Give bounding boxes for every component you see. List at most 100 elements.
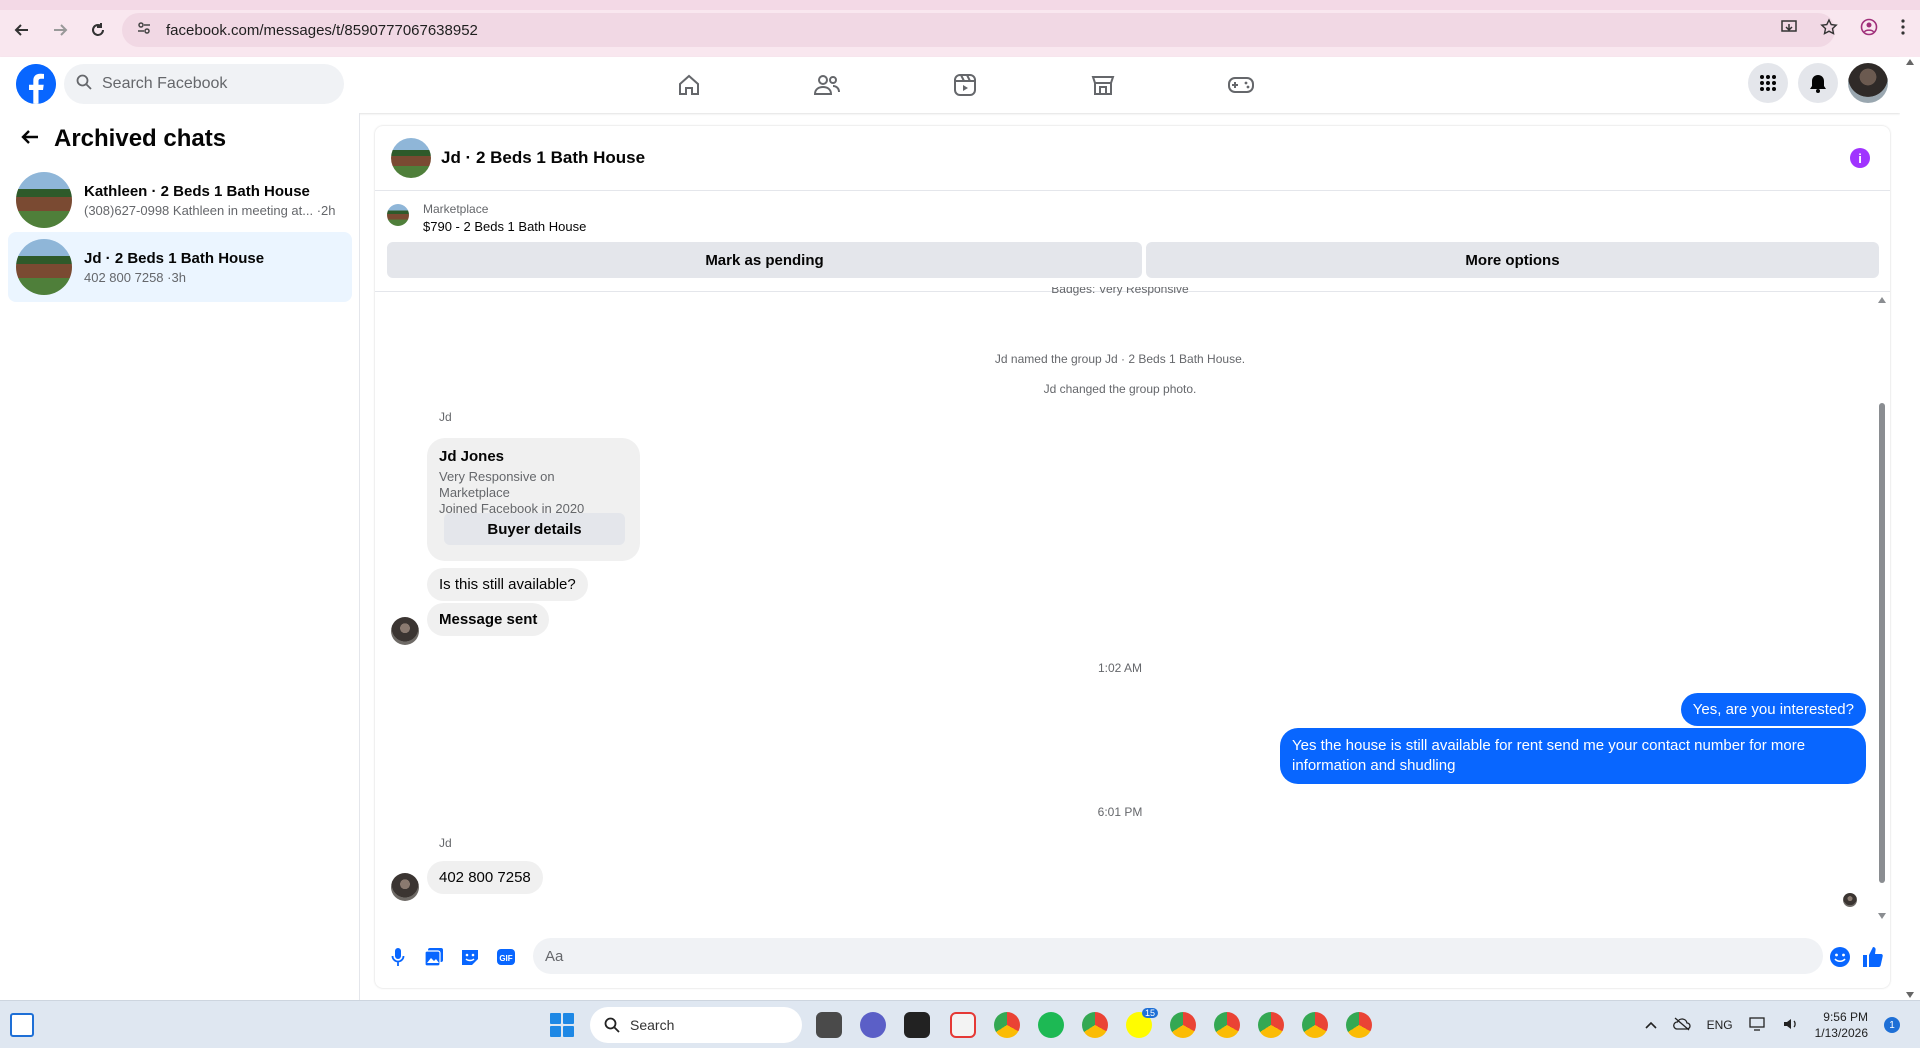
back-arrow-icon[interactable] [10,18,34,42]
buyer-name: Jd Jones [439,448,505,465]
like-icon[interactable] [1861,946,1883,968]
address-bar[interactable]: facebook.com/messages/t/8590777067638952 [122,13,1835,47]
conversation-avatar[interactable] [391,138,431,178]
language-indicator[interactable]: ENG [1707,1018,1733,1032]
sidebar-header: Archived chats [20,125,226,153]
spotify-icon[interactable] [1038,1012,1064,1038]
forward-arrow-icon[interactable] [48,18,72,42]
system-message-named: Jd named the group Jd · 2 Beds 1 Bath Ho… [994,352,1246,366]
mark-as-pending-button[interactable]: Mark as pending [387,242,1142,278]
volume-icon[interactable] [1783,1017,1799,1034]
scrollbar-thumb[interactable] [1879,403,1885,883]
chevron-up-icon[interactable] [1645,1018,1657,1032]
snapchat-badge: 15 [1141,1008,1158,1018]
sticker-icon[interactable] [459,946,481,968]
notification-count-badge[interactable]: 1 [1884,1017,1900,1033]
install-app-icon[interactable] [1780,18,1798,41]
chat-item-kathleen[interactable]: Kathleen · 2 Beds 1 Bath House (308)627-… [8,165,352,235]
notifications-bell-icon[interactable] [1798,63,1838,103]
site-settings-icon[interactable] [136,20,152,41]
friends-icon[interactable] [758,57,896,113]
profile-icon[interactable] [1860,18,1878,41]
chrome-profile-icon[interactable] [1258,1012,1284,1038]
photo-icon[interactable] [423,946,445,968]
account-avatar[interactable] [1848,63,1888,103]
sidebar-title: Archived chats [54,125,227,152]
chrome-icon[interactable] [994,1012,1020,1038]
listing-thumbnail [387,204,409,226]
page-scrollbar[interactable] [1900,57,1920,1000]
widgets-icon[interactable] [10,1013,34,1037]
teams-icon[interactable] [860,1012,886,1038]
emoji-icon[interactable] [1829,946,1851,968]
info-icon[interactable]: i [1850,148,1870,168]
chrome-profile-icon[interactable] [1302,1012,1328,1038]
message-input[interactable] [533,938,1823,974]
more-options-button[interactable]: More options [1146,242,1879,278]
menu-grid-icon[interactable] [1748,63,1788,103]
browser-menu-icon[interactable] [1900,18,1906,41]
facebook-search-bar[interactable]: Search Facebook [64,64,344,104]
clock[interactable]: 9:56 PM 1/13/2026 [1815,1009,1868,1041]
gif-icon[interactable]: GIF [495,946,517,968]
marketplace-label: Marketplace [423,202,489,216]
video-icon[interactable] [896,57,1034,113]
chat-preview: (308)627-0998 Kathleen in meeting at... … [84,202,336,218]
chrome-profile-icon[interactable] [1170,1012,1196,1038]
chrome-profile-icon[interactable] [1346,1012,1372,1038]
chrome-profile-icon[interactable] [1214,1012,1240,1038]
message-list: Badges: Very Responsive Jd named the gro… [375,287,1890,923]
task-view-icon[interactable] [816,1012,842,1038]
sender-avatar[interactable] [391,617,419,645]
system-message-partial: Badges: Very Responsive [1051,287,1189,296]
marketplace-listing-bar: Marketplace $790 - 2 Beds 1 Bath House M… [375,192,1890,292]
message-out[interactable]: Yes the house is still available for ren… [1280,728,1866,784]
browser-actions [1780,18,1906,41]
microphone-icon[interactable] [387,946,409,968]
archived-chats-sidebar: Archived chats Kathleen · 2 Beds 1 Bath … [0,113,360,1000]
sender-label: Jd [439,836,452,850]
snapchat-icon[interactable]: 15 [1126,1008,1158,1038]
clock-date: 1/13/2026 [1814,1026,1868,1040]
marketplace-icon[interactable] [1034,57,1172,113]
browser-nav [10,18,110,42]
url-text: facebook.com/messages/t/8590777067638952 [166,21,478,39]
conversation-panel: Jd · 2 Beds 1 Bath House i Marketplace $… [375,126,1890,988]
header-actions [1748,63,1888,103]
sender-avatar[interactable] [391,873,419,901]
gaming-icon[interactable] [1172,57,1310,113]
timestamp: 1:02 AM [1097,661,1143,675]
chat-preview: 402 800 7258 ·3h [84,269,186,285]
buyer-details-button[interactable]: Buyer details [444,513,625,545]
listing-title[interactable]: $790 - 2 Beds 1 Bath House [423,219,586,234]
conversation-title[interactable]: Jd · 2 Beds 1 Bath House [441,148,645,168]
chat-thumbnail [16,239,72,295]
bookmark-star-icon[interactable] [1820,18,1838,41]
message-scrollbar[interactable] [1878,297,1886,919]
facebook-logo-icon[interactable] [16,64,56,104]
sticky-notes-icon[interactable] [904,1012,930,1038]
seen-avatar [1843,893,1857,907]
snipping-tool-icon[interactable] [950,1012,976,1038]
conversation-header: Jd · 2 Beds 1 Bath House i [375,126,1890,191]
buyer-profile-card: Jd Jones Very Responsive on Marketplace … [427,438,640,561]
message-in[interactable]: 402 800 7258 [427,861,543,894]
cloud-offline-icon[interactable] [1672,1017,1691,1034]
network-icon[interactable] [1748,1016,1767,1034]
main-nav [620,57,1310,113]
chat-item-jd[interactable]: Jd · 2 Beds 1 Bath House 402 800 7258 ·3… [8,232,352,302]
clock-time: 9:56 PM [1823,1010,1868,1024]
windows-start-icon[interactable] [550,1013,574,1037]
home-icon[interactable] [620,57,758,113]
back-arrow-icon[interactable] [20,127,40,152]
system-message-photo: Jd changed the group photo. [1043,382,1197,396]
search-icon [76,74,92,95]
chrome-profile-icon[interactable] [1082,1012,1108,1038]
taskbar-search[interactable]: Search [590,1007,802,1043]
message-out[interactable]: Yes, are you interested? [1680,693,1866,726]
reload-icon[interactable] [86,18,110,42]
message-in[interactable]: Is this still available? [427,568,588,601]
sender-label: Jd [439,410,452,424]
tab-strip [0,0,1920,10]
message-in[interactable]: Message sent [427,603,550,636]
